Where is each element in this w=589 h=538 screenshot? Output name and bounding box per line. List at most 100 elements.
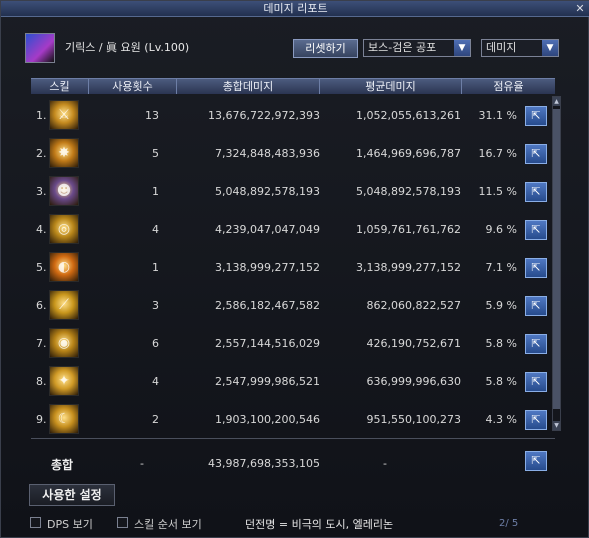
row-use-count: 5	[152, 147, 159, 160]
sword-slash-skill-icon: ⚔	[49, 100, 79, 130]
row-use-count: 1	[152, 185, 159, 198]
window-title: 데미지 리포트	[263, 2, 328, 15]
column-header-average-damage: 평균데미지	[320, 79, 462, 94]
row-use-count: 6	[152, 337, 159, 350]
target-burst-skill-icon: ◉	[49, 328, 79, 358]
row-share: 16.7 %	[478, 147, 517, 160]
table-row: 5. ◐ 1 3,138,999,277,152 3,138,999,277,152 7.…	[31, 249, 555, 287]
orb-slash-skill-icon: ◐	[49, 252, 79, 282]
share-button[interactable]: ⇱	[525, 106, 547, 126]
title-bar[interactable]: 데미지 리포트 ✕	[1, 1, 589, 17]
share-button[interactable]: ⇱	[525, 220, 547, 240]
skill-order-checkbox[interactable]	[117, 517, 128, 528]
table-row: 3. ☻ 1 5,048,892,578,193 5,048,892,578,193 11…	[31, 173, 555, 211]
table-row: 2. ✸ 5 7,324,848,483,936 1,464,969,696,787 16…	[31, 135, 555, 173]
crescent-skill-icon: ☾	[49, 404, 79, 434]
row-share: 9.6 %	[485, 223, 517, 236]
table-row: 1. ⚔ 13 13,676,722,972,393 1,052,055,613,261…	[31, 97, 555, 135]
table-header: 스킬 사용횟수 총합데미지 평균데미지 점유율	[31, 78, 555, 94]
row-use-count: 4	[152, 223, 159, 236]
column-header-total-damage: 총합데미지	[177, 79, 320, 94]
row-total-damage: 5,048,892,578,193	[215, 185, 320, 198]
row-average-damage: 5,048,892,578,193	[356, 185, 461, 198]
row-average-damage: 951,550,100,273	[366, 413, 461, 426]
row-rank: 4.	[36, 223, 47, 236]
skill-order-label: 스킬 순서 보기	[134, 518, 202, 531]
row-rank: 6.	[36, 299, 47, 312]
row-share: 5.8 %	[485, 375, 517, 388]
share-button[interactable]: ⇱	[525, 296, 547, 316]
share-button[interactable]: ⇱	[525, 144, 547, 164]
row-share: 5.9 %	[485, 299, 517, 312]
summary-average-damage: -	[383, 457, 387, 470]
table-row: 7. ◉ 6 2,557,144,516,029 426,190,752,671 5.8 …	[31, 325, 555, 363]
row-average-damage: 1,052,055,613,261	[356, 109, 461, 122]
scroll-down-icon[interactable]: ▼	[553, 421, 560, 430]
row-average-damage: 3,138,999,277,152	[356, 261, 461, 274]
row-average-damage: 862,060,822,527	[366, 299, 461, 312]
row-total-damage: 7,324,848,483,936	[215, 147, 320, 160]
whirlwind-skill-icon: ◎	[49, 214, 79, 244]
row-share: 7.1 %	[485, 261, 517, 274]
summary-total-damage: 43,987,698,353,105	[208, 457, 320, 470]
row-total-damage: 3,138,999,277,152	[215, 261, 320, 274]
close-icon[interactable]: ✕	[573, 2, 587, 15]
reset-button[interactable]: 리셋하기	[293, 39, 358, 58]
summary-count: -	[140, 457, 144, 470]
row-use-count: 1	[152, 261, 159, 274]
row-total-damage: 4,239,047,047,049	[215, 223, 320, 236]
row-rank: 1.	[36, 109, 47, 122]
dps-checkbox[interactable]	[30, 517, 41, 528]
row-use-count: 2	[152, 413, 159, 426]
share-button[interactable]: ⇱	[525, 410, 547, 430]
target-dropdown-value: 보스-검은 공포	[368, 41, 437, 54]
row-share: 31.1 %	[478, 109, 517, 122]
summary-label: 총합	[51, 458, 74, 472]
emblem-skill-icon: ✸	[49, 138, 79, 168]
row-rank: 7.	[36, 337, 47, 350]
agent-portrait-skill-icon: ☻	[49, 176, 79, 206]
row-total-damage: 2,557,144,516,029	[215, 337, 320, 350]
share-button[interactable]: ⇱	[525, 372, 547, 392]
row-average-damage: 426,190,752,671	[366, 337, 461, 350]
target-dropdown[interactable]: 보스-검은 공포 ▼	[363, 39, 471, 57]
table-row: 8. ✦ 4 2,547,999,986,521 636,999,996,630 5.8 …	[31, 363, 555, 401]
row-average-damage: 1,059,761,761,762	[356, 223, 461, 236]
row-total-damage: 13,676,722,972,393	[208, 109, 320, 122]
scroll-up-icon[interactable]: ▲	[553, 97, 560, 106]
row-use-count: 13	[145, 109, 159, 122]
row-total-damage: 2,547,999,986,521	[215, 375, 320, 388]
row-share: 4.3 %	[485, 413, 517, 426]
diagonal-strike-skill-icon: ⟋	[49, 290, 79, 320]
share-button[interactable]: ⇱	[525, 182, 547, 202]
summary-divider	[31, 438, 555, 439]
table-row: 4. ◎ 4 4,239,047,047,049 1,059,761,761,762 9.…	[31, 211, 555, 249]
row-rank: 2.	[36, 147, 47, 160]
row-total-damage: 1,903,100,200,546	[215, 413, 320, 426]
used-settings-button[interactable]: 사용한 설정	[29, 484, 115, 506]
row-share: 11.5 %	[478, 185, 517, 198]
character-name: 기릭스 / 眞 요원 (Lv.100)	[65, 41, 190, 54]
row-rank: 3.	[36, 185, 47, 198]
row-total-damage: 2,586,182,467,582	[215, 299, 320, 312]
type-dropdown[interactable]: 데미지 ▼	[481, 39, 559, 57]
column-header-skill: 스킬	[31, 79, 89, 94]
row-use-count: 3	[152, 299, 159, 312]
page-indicator: 2/ 5	[499, 518, 519, 529]
scroll-thumb[interactable]	[553, 109, 560, 409]
chevron-down-icon: ▼	[454, 40, 470, 56]
row-share: 5.8 %	[485, 337, 517, 350]
row-rank: 5.	[36, 261, 47, 274]
row-rank: 8.	[36, 375, 47, 388]
summary-share-button[interactable]: ⇱	[525, 451, 547, 471]
share-button[interactable]: ⇱	[525, 334, 547, 354]
scrollbar[interactable]: ▲ ▼	[552, 96, 561, 431]
table-row: 9. ☾ 2 1,903,100,200,546 951,550,100,273 4.3 …	[31, 401, 555, 439]
row-use-count: 4	[152, 375, 159, 388]
dungeon-name: 던전명 = 비극의 도시, 엘레리논	[245, 518, 394, 531]
damage-report-window: 데미지 리포트 ✕ 기릭스 / 眞 요원 (Lv.100) 리셋하기 보스-검은…	[0, 0, 589, 538]
share-button[interactable]: ⇱	[525, 258, 547, 278]
character-portrait	[25, 33, 55, 63]
type-dropdown-value: 데미지	[486, 41, 517, 54]
radiant-dash-skill-icon: ✦	[49, 366, 79, 396]
